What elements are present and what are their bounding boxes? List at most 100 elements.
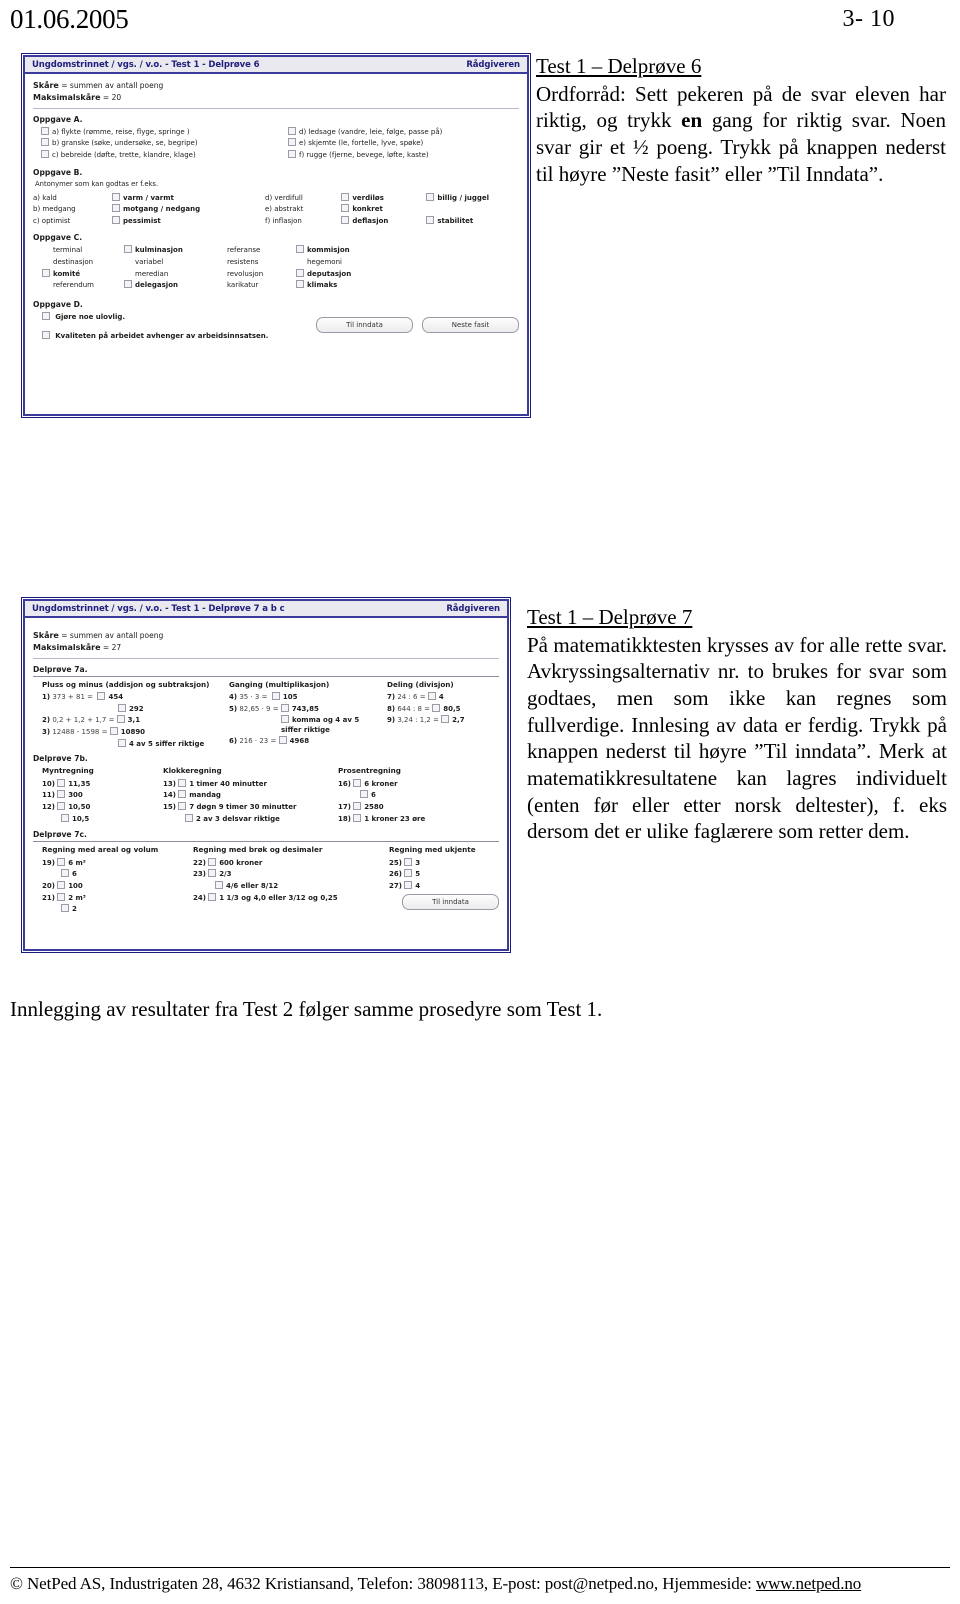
math-row[interactable]: 2) 0,2 + 1,2 + 1,7 = 3,1: [33, 715, 229, 725]
checkbox-icon[interactable]: [441, 715, 450, 724]
math-row-alt[interactable]: 6: [338, 790, 499, 800]
til-inndata-button[interactable]: Til inndata: [316, 317, 413, 334]
math-row[interactable]: 9) 3,24 : 1,2 = 2,7: [387, 715, 499, 725]
checkbox-icon[interactable]: [57, 802, 66, 811]
checkbox-icon[interactable]: [41, 126, 49, 135]
footer-website-link[interactable]: www.netped.no: [756, 1574, 861, 1593]
checkbox-icon[interactable]: [61, 813, 69, 822]
math-row[interactable]: 15) 7 døgn 9 timer 30 minutter: [163, 802, 338, 812]
task-c-cell[interactable]: delegasjon: [124, 280, 216, 290]
task-c-cell[interactable]: klimaks: [296, 280, 396, 290]
task-a-item[interactable]: a) flykte (rømme, reise, flyge, springe …: [33, 126, 272, 137]
math-row-alt[interactable]: 4 av 5 siffer riktige: [33, 738, 229, 749]
checkbox-icon[interactable]: [432, 703, 441, 712]
math-row[interactable]: 24) 1 1/3 og 4,0 eller 3/12 og 0,25: [193, 892, 389, 903]
til-inndata-button[interactable]: Til inndata: [402, 893, 499, 911]
task-b-answer[interactable]: verdiløs: [341, 192, 418, 203]
task-a-item[interactable]: b) granske (søke, undersøke, se, begripe…: [33, 138, 272, 148]
checkbox-icon[interactable]: [42, 312, 50, 320]
checkbox-icon[interactable]: [208, 857, 217, 866]
checkbox-icon[interactable]: [426, 215, 435, 224]
checkbox-icon[interactable]: [118, 738, 126, 747]
math-row[interactable]: 20) 100: [33, 881, 193, 891]
checkbox-icon[interactable]: [296, 280, 304, 289]
checkbox-icon[interactable]: [118, 703, 126, 712]
checkbox-icon[interactable]: [208, 869, 217, 878]
math-row[interactable]: 14) mandag: [163, 790, 338, 800]
math-row[interactable]: 21) 2 m³: [33, 892, 193, 903]
math-row[interactable]: 23) 2/3: [193, 869, 389, 879]
math-row-alt[interactable]: 2 av 3 delsvar riktige: [163, 813, 338, 824]
checkbox-icon[interactable]: [112, 204, 121, 213]
checkbox-icon[interactable]: [353, 778, 362, 787]
task-a-item[interactable]: f) rugge (fjerne, bevege, løfte, kaste): [280, 150, 519, 160]
math-row[interactable]: 19) 6 m²: [33, 857, 193, 868]
task-c-cell[interactable]: kulminasjon: [124, 245, 216, 255]
task-b-answer[interactable]: pessimist: [112, 215, 229, 226]
checkbox-icon[interactable]: [288, 150, 296, 159]
checkbox-icon[interactable]: [288, 138, 296, 147]
math-row[interactable]: 6) 216 · 23 = 4968: [229, 736, 387, 746]
checkbox-icon[interactable]: [97, 692, 106, 701]
math-row[interactable]: 8) 644 : 8 = 80,5: [387, 703, 499, 714]
checkbox-icon[interactable]: [41, 150, 49, 159]
math-row-alt[interactable]: 4/6 eller 8/12: [193, 881, 389, 891]
checkbox-icon[interactable]: [404, 881, 413, 890]
math-row[interactable]: 7) 24 : 6 = 4: [387, 692, 499, 702]
checkbox-icon[interactable]: [185, 813, 193, 822]
checkbox-icon[interactable]: [57, 790, 66, 799]
checkbox-icon[interactable]: [341, 204, 350, 213]
checkbox-icon[interactable]: [296, 268, 304, 277]
checkbox-icon[interactable]: [116, 715, 125, 724]
checkbox-icon[interactable]: [296, 245, 304, 254]
task-a-item[interactable]: e) skjemte (le, fortelle, lyve, spøke): [280, 138, 519, 148]
task-a-item[interactable]: c) bebreide (døfte, trette, klandre, kla…: [33, 150, 272, 160]
checkbox-icon[interactable]: [124, 280, 132, 289]
math-row[interactable]: 3) 12488 - 1598 = 10890: [33, 727, 229, 737]
math-row[interactable]: 27) 4: [389, 881, 499, 891]
task-b-answer[interactable]: varm / varmt: [112, 192, 229, 203]
task-a-item[interactable]: d) ledsage (vandre, leie, følge, passe p…: [280, 126, 519, 137]
checkbox-icon[interactable]: [208, 892, 217, 901]
checkbox-icon[interactable]: [109, 727, 118, 736]
math-row[interactable]: 16) 6 kroner: [338, 778, 499, 789]
math-row[interactable]: 12) 10,50: [33, 802, 163, 812]
checkbox-icon[interactable]: [215, 881, 223, 890]
math-row[interactable]: 17) 2580: [338, 802, 499, 812]
math-row-alt[interactable]: komma og 4 av 5 siffer riktige: [229, 715, 367, 734]
checkbox-icon[interactable]: [426, 192, 435, 201]
checkbox-icon[interactable]: [57, 881, 66, 890]
checkbox-icon[interactable]: [404, 857, 413, 866]
checkbox-icon[interactable]: [404, 869, 413, 878]
checkbox-icon[interactable]: [281, 715, 289, 724]
task-c-cell[interactable]: komité: [42, 268, 124, 279]
math-row[interactable]: 22) 600 kroner: [193, 857, 389, 868]
checkbox-icon[interactable]: [360, 790, 368, 799]
checkbox-icon[interactable]: [288, 126, 296, 135]
math-row[interactable]: 5) 82,65 · 9 = 743,85: [229, 703, 387, 714]
math-row[interactable]: 18) 1 kroner 23 øre: [338, 813, 499, 824]
task-b-answer-alt[interactable]: billig / juggel: [426, 192, 519, 203]
checkbox-icon[interactable]: [341, 215, 350, 224]
math-row-alt[interactable]: 2: [33, 904, 193, 914]
checkbox-icon[interactable]: [57, 778, 66, 787]
checkbox-icon[interactable]: [57, 857, 66, 866]
checkbox-icon[interactable]: [353, 802, 362, 811]
checkbox-icon[interactable]: [178, 802, 187, 811]
math-row[interactable]: 4) 35 · 3 = 105: [229, 692, 387, 702]
task-b-answer-alt[interactable]: stabilitet: [426, 215, 519, 226]
checkbox-icon[interactable]: [61, 904, 69, 913]
task-b-answer[interactable]: deflasjon: [341, 215, 418, 226]
math-row-alt[interactable]: 10,5: [33, 813, 163, 824]
math-row[interactable]: 10) 11,35: [33, 778, 163, 789]
math-row-alt[interactable]: 6: [33, 869, 193, 879]
task-c-cell[interactable]: kommisjon: [296, 245, 396, 255]
task-b-answer[interactable]: motgang / nedgang: [112, 204, 229, 214]
checkbox-icon[interactable]: [124, 245, 132, 254]
task-c-cell[interactable]: deputasjon: [296, 268, 396, 279]
checkbox-icon[interactable]: [41, 138, 49, 147]
math-row[interactable]: 13) 1 timer 40 minutter: [163, 778, 338, 789]
neste-fasit-button[interactable]: Neste fasit: [422, 317, 519, 334]
math-row[interactable]: 11) 300: [33, 790, 163, 800]
checkbox-icon[interactable]: [112, 192, 121, 201]
